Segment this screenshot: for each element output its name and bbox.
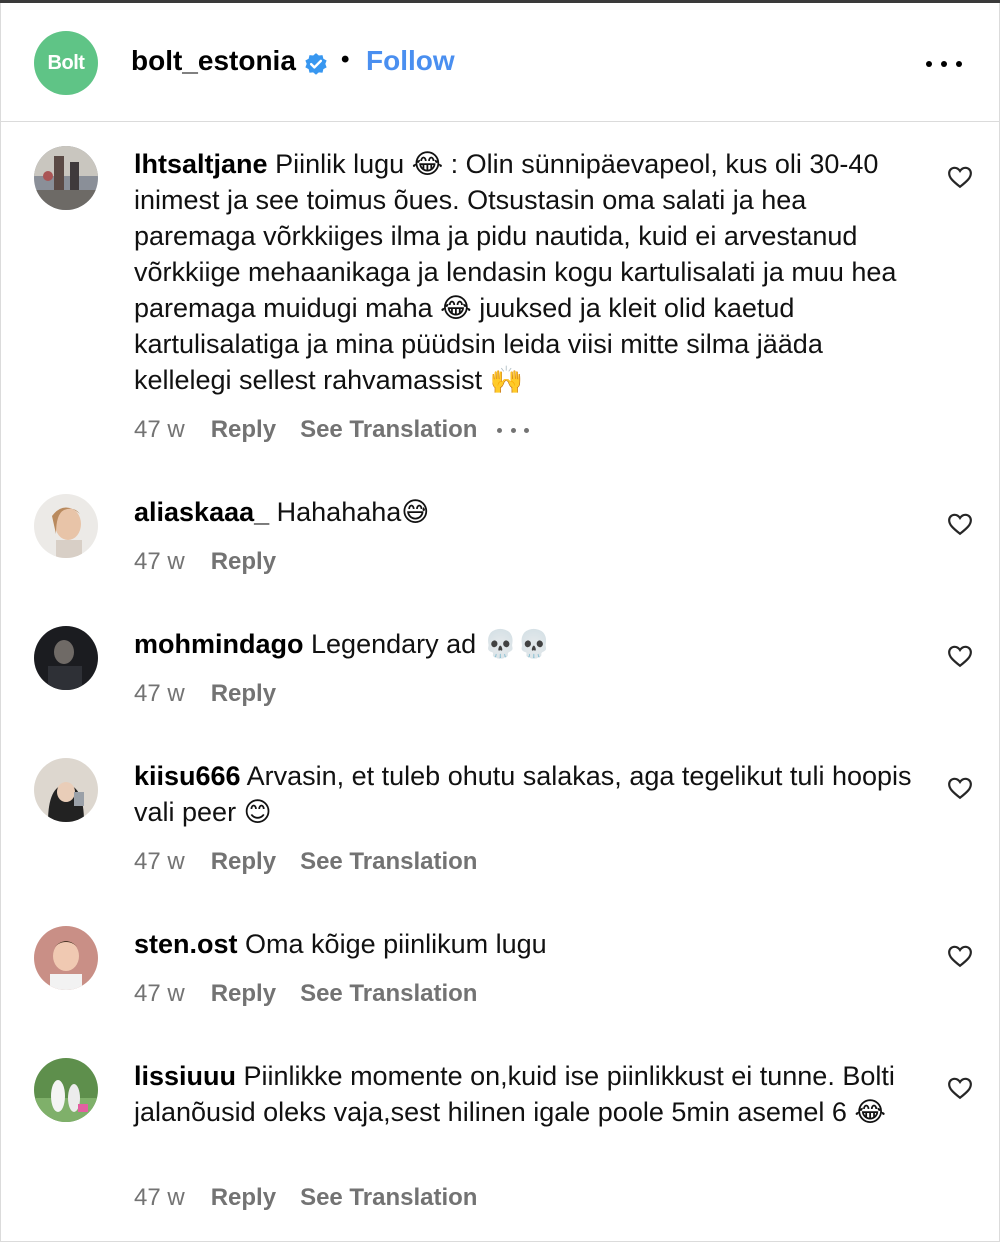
- see-translation-button[interactable]: See Translation: [300, 848, 477, 876]
- comment-body: Legendary ad 💀💀: [311, 629, 551, 659]
- avatar[interactable]: [34, 926, 98, 990]
- avatar[interactable]: [34, 494, 98, 558]
- comment-age: 47 w: [134, 980, 185, 1007]
- see-translation-button[interactable]: See Translation: [300, 1184, 477, 1212]
- comment-meta: 47 w Reply: [134, 548, 300, 576]
- comment-text: aliaskaaa_ Hahahaha😅: [134, 494, 914, 530]
- more-options-icon[interactable]: [926, 61, 962, 69]
- reply-button[interactable]: Reply: [211, 680, 276, 708]
- header-separator: •: [341, 46, 350, 73]
- verified-badge-icon: [305, 53, 327, 75]
- comment-username[interactable]: lhtsaltjane: [134, 149, 268, 179]
- comment-age: 47 w: [134, 1184, 185, 1211]
- comment-username[interactable]: sten.ost: [134, 929, 238, 959]
- more-options-icon[interactable]: [497, 427, 530, 433]
- comment-text: mohmindago Legendary ad 💀💀: [134, 626, 914, 662]
- comment-body: Hahahaha😅: [276, 497, 430, 527]
- reply-button[interactable]: Reply: [211, 1184, 276, 1212]
- avatar[interactable]: [34, 1058, 98, 1122]
- comment-meta: 47 w Reply: [134, 680, 300, 708]
- see-translation-button[interactable]: See Translation: [300, 416, 477, 444]
- follow-button[interactable]: Follow: [366, 45, 455, 77]
- account-username[interactable]: bolt_estonia: [131, 45, 296, 77]
- logo-text: Bolt: [47, 51, 85, 74]
- comment-body: Piinlik lugu 😂 : Olin sünnipäevapeol, ku…: [134, 149, 897, 395]
- comment-meta: 47 w Reply See Translation: [134, 1184, 497, 1212]
- comment-age: 47 w: [134, 680, 185, 707]
- reply-button[interactable]: Reply: [211, 548, 276, 576]
- comment-meta: 47 w Reply See Translation: [134, 848, 497, 876]
- avatar[interactable]: [34, 626, 98, 690]
- comment-meta: 47 w Reply See Translation: [134, 416, 530, 444]
- heart-icon[interactable]: [947, 776, 973, 800]
- comment-username[interactable]: kiisu666: [134, 761, 241, 791]
- comment-username[interactable]: aliaskaaa_: [134, 497, 269, 527]
- comment-body: Piinlikke momente on,kuid ise piinlikkus…: [134, 1061, 895, 1127]
- see-translation-button[interactable]: See Translation: [300, 980, 477, 1008]
- comment-age: 47 w: [134, 848, 185, 875]
- comment-body: Arvasin, et tuleb ohutu salakas, aga teg…: [134, 761, 912, 827]
- heart-icon[interactable]: [947, 644, 973, 668]
- comment-text: lissiuuu Piinlikke momente on,kuid ise p…: [134, 1058, 914, 1130]
- comment-body: Oma kõige piinlikum lugu: [245, 929, 547, 959]
- comment-username[interactable]: lissiuuu: [134, 1061, 236, 1091]
- reply-button[interactable]: Reply: [211, 416, 276, 444]
- comment-text: lhtsaltjane Piinlik lugu 😂 : Olin sünnip…: [134, 146, 914, 398]
- comment-text: sten.ost Oma kõige piinlikum lugu: [134, 926, 914, 962]
- account-avatar-logo[interactable]: Bolt: [34, 31, 98, 95]
- heart-icon[interactable]: [947, 165, 973, 189]
- heart-icon[interactable]: [947, 512, 973, 536]
- heart-icon[interactable]: [947, 944, 973, 968]
- reply-button[interactable]: Reply: [211, 848, 276, 876]
- avatar[interactable]: [34, 758, 98, 822]
- comment-age: 47 w: [134, 548, 185, 575]
- heart-icon[interactable]: [947, 1076, 973, 1100]
- comment-age: 47 w: [134, 416, 185, 443]
- comment-username[interactable]: mohmindago: [134, 629, 304, 659]
- avatar[interactable]: [34, 146, 98, 210]
- comment-meta: 47 w Reply See Translation: [134, 980, 497, 1008]
- reply-button[interactable]: Reply: [211, 980, 276, 1008]
- post-header: Bolt bolt_estonia • Follow: [0, 3, 1000, 122]
- comment-text: kiisu666 Arvasin, et tuleb ohutu salakas…: [134, 758, 914, 830]
